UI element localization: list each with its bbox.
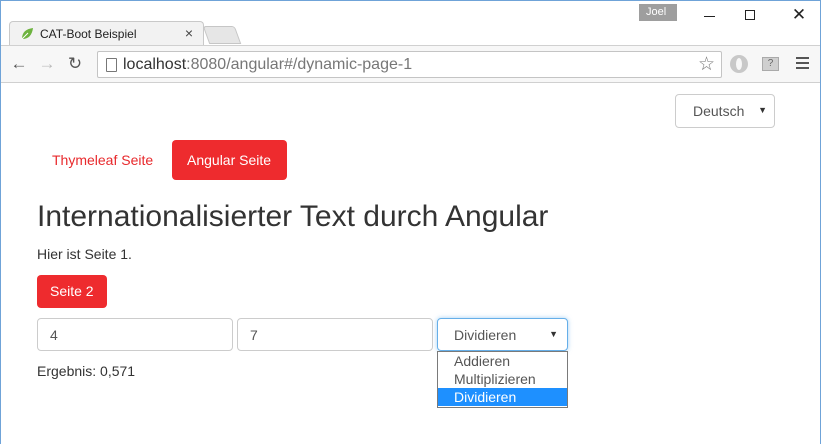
number-input-2[interactable]: 7 — [237, 318, 433, 351]
leaf-icon — [21, 28, 33, 40]
tab-title: CAT-Boot Beispiel — [40, 27, 137, 41]
caret-down-icon: ▼ — [549, 329, 558, 339]
operation-value: Dividieren — [454, 327, 517, 343]
tab-strip: CAT-Boot Beispiel × Joel ✕ — [1, 1, 820, 45]
number-input-1[interactable]: 4 — [37, 318, 233, 351]
option-addieren[interactable]: Addieren — [438, 352, 567, 370]
extension-opera-icon[interactable] — [730, 55, 748, 73]
address-bar[interactable]: localhost:8080/angular#/dynamic-page-1 ☆ — [97, 51, 722, 78]
maximize-button[interactable] — [731, 5, 771, 27]
minimize-icon — [704, 16, 715, 17]
browser-window: CAT-Boot Beispiel × Joel ✕ ← → ↻ localho… — [0, 0, 821, 444]
browser-toolbar: ← → ↻ localhost:8080/angular#/dynamic-pa… — [1, 45, 820, 83]
language-select[interactable]: Deutsch ▼ — [675, 94, 775, 128]
page-content: Deutsch ▼ Thymeleaf Seite Angular Seite … — [1, 84, 820, 444]
bookmark-star-icon[interactable]: ☆ — [698, 53, 715, 76]
page-text: Hier ist Seite 1. — [37, 246, 132, 262]
extension-help-icon[interactable]: ? — [762, 57, 779, 71]
operation-select[interactable]: Dividieren ▼ — [437, 318, 568, 351]
close-window-icon[interactable]: ✕ — [779, 5, 819, 27]
new-tab-button[interactable] — [202, 26, 242, 44]
back-arrow-icon[interactable]: ← — [9, 54, 29, 74]
reload-icon[interactable]: ↻ — [65, 54, 85, 74]
option-multiplizieren[interactable]: Multiplizieren — [438, 370, 567, 388]
nav-thymeleaf-link[interactable]: Thymeleaf Seite — [37, 140, 168, 180]
url-path: :8080/angular#/dynamic-page-1 — [186, 56, 413, 73]
nav-angular-link[interactable]: Angular Seite — [172, 140, 287, 180]
forward-arrow-icon[interactable]: → — [37, 54, 57, 74]
browser-tab[interactable]: CAT-Boot Beispiel × — [9, 21, 204, 45]
option-dividieren[interactable]: Dividieren — [438, 388, 567, 406]
maximize-icon — [745, 10, 755, 20]
operation-dropdown: Addieren Multiplizieren Dividieren — [437, 351, 568, 408]
page-icon — [106, 58, 117, 72]
url-host: localhost — [123, 56, 187, 73]
menu-icon[interactable] — [796, 54, 810, 74]
result-text: Ergebnis: 0,571 — [37, 363, 136, 379]
page-title: Internationalisierter Text durch Angular — [37, 200, 549, 233]
page2-button[interactable]: Seite 2 — [37, 275, 107, 308]
url-text[interactable]: localhost:8080/angular#/dynamic-page-1 — [123, 56, 412, 74]
minimize-button[interactable] — [691, 5, 731, 27]
tab-close-icon[interactable]: × — [185, 25, 193, 41]
user-badge[interactable]: Joel — [639, 4, 677, 21]
caret-down-icon: ▼ — [758, 105, 767, 115]
language-value: Deutsch — [693, 103, 745, 119]
